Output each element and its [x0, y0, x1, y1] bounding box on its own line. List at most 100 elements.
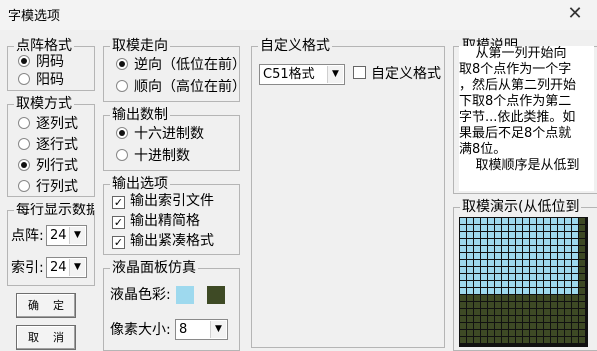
output-option-0[interactable]: ✓ 输出索引文件 — [112, 193, 237, 209]
dot-format-option-0[interactable]: 阴码 — [18, 54, 64, 70]
lcd-pixel — [558, 246, 564, 252]
lcd-pixel — [495, 337, 501, 343]
lcd-pixel — [530, 330, 536, 336]
lcd-pixel — [572, 295, 578, 301]
mode-option-label: 列行式 — [36, 158, 78, 174]
lcd-pixel — [488, 330, 494, 336]
output-option-2[interactable]: ✓ 输出紧凑格式 — [112, 233, 237, 249]
index-per-row-label: 索引: — [11, 260, 44, 276]
lcd-color-light[interactable] — [176, 286, 194, 304]
lcd-pixel — [537, 239, 543, 245]
lcd-pixel — [530, 281, 536, 287]
mode-option-3[interactable]: 行列式 — [18, 179, 78, 195]
lcd-pixel — [481, 288, 487, 294]
lcd-pixel — [537, 316, 543, 322]
output-option-label: 输出紧凑格式 — [130, 233, 214, 249]
lcd-pixel — [516, 218, 522, 224]
lcd-pixel — [467, 288, 473, 294]
output-option-1[interactable]: ✓ 输出精简格 — [112, 213, 237, 229]
lcd-pixel — [530, 260, 536, 266]
lcd-pixel — [558, 267, 564, 273]
lcd-pixel — [474, 330, 480, 336]
lcd-pixel — [572, 281, 578, 287]
lcd-pixel — [509, 316, 515, 322]
lcd-pixel — [558, 253, 564, 259]
pixel-size-select[interactable]: 8 ▼ — [175, 319, 228, 340]
lcd-pixel — [495, 218, 501, 224]
lcd-pixel — [530, 239, 536, 245]
lcd-pixel — [467, 218, 473, 224]
index-per-row-select[interactable]: 24 ▼ — [46, 257, 87, 278]
lcd-pixel — [537, 253, 543, 259]
lcd-pixel — [572, 302, 578, 308]
lcd-pixel — [502, 218, 508, 224]
demo-lcd-preview — [459, 217, 588, 347]
lcd-pixel — [502, 281, 508, 287]
mode-option-label: 行列式 — [36, 179, 78, 195]
lcd-pixel — [488, 239, 494, 245]
dot-format-option-1[interactable]: 阳码 — [18, 72, 64, 88]
custom-format-group: 自定义格式 — [251, 39, 445, 348]
lcd-pixel — [509, 267, 515, 273]
output-base-option-0[interactable]: 十六进制数 — [116, 126, 204, 142]
lcd-pixel — [467, 309, 473, 315]
close-icon[interactable]: ✕ — [566, 5, 584, 23]
lcd-pixel — [579, 302, 585, 308]
custom-format-checkbox[interactable]: 自定义格式 — [353, 66, 441, 82]
lcd-pixel — [558, 232, 564, 238]
lcd-pixel — [495, 239, 501, 245]
description-line: 取模顺序是从低到 — [459, 158, 580, 173]
lcd-pixel — [558, 302, 564, 308]
lcd-pixel — [530, 316, 536, 322]
lcd-pixel — [495, 253, 501, 259]
lcd-pixel — [481, 260, 487, 266]
lcd-pixel — [488, 316, 494, 322]
lcd-pixel — [474, 274, 480, 280]
radio-icon — [18, 55, 30, 67]
lcd-pixel — [544, 337, 550, 343]
lcd-pixel — [502, 288, 508, 294]
lcd-pixel — [516, 323, 522, 329]
lcd-pixel — [551, 239, 557, 245]
format-select[interactable]: C51格式 ▼ — [259, 64, 345, 85]
lcd-pixel — [509, 274, 515, 280]
radio-icon — [116, 127, 128, 139]
mode-option-1[interactable]: 逐行式 — [18, 137, 78, 153]
lcd-pixel — [530, 218, 536, 224]
description-text: 从第一列开始向 取8个点作为一个字 ，然后从第二列开始 下取8个点作为第二 字节...依… — [459, 46, 594, 191]
lcd-pixel — [474, 253, 480, 259]
lcd-pixel — [537, 260, 543, 266]
lcd-pixel — [467, 260, 473, 266]
mode-option-2[interactable]: 列行式 — [18, 158, 78, 174]
ok-button[interactable]: 确 定 — [16, 293, 76, 318]
lcd-pixel — [502, 239, 508, 245]
lcd-pixel — [474, 218, 480, 224]
direction-option-label: 顺向（高位在前） — [134, 79, 238, 95]
lcd-pixel — [502, 274, 508, 280]
lcd-pixel — [460, 274, 466, 280]
lcd-pixel — [509, 337, 515, 343]
lcd-pixel — [509, 295, 515, 301]
lcd-pixel — [537, 225, 543, 231]
lcd-pixel — [495, 302, 501, 308]
lcd-pixel — [481, 302, 487, 308]
checkbox-icon: ✓ — [112, 216, 125, 229]
lcd-pixel — [523, 295, 529, 301]
lcd-pixel — [460, 253, 466, 259]
dot-per-row-select[interactable]: 24 ▼ — [46, 225, 87, 246]
cancel-button[interactable]: 取 消 — [16, 325, 76, 350]
lcd-pixel — [516, 239, 522, 245]
lcd-pixel — [509, 225, 515, 231]
lcd-pixel — [467, 246, 473, 252]
lcd-pixel — [516, 295, 522, 301]
lcd-color-dark[interactable] — [207, 286, 225, 304]
mode-option-0[interactable]: 逐列式 — [18, 116, 78, 132]
output-base-option-1[interactable]: 十进制数 — [116, 148, 190, 164]
lcd-pixel — [551, 316, 557, 322]
lcd-pixel — [495, 316, 501, 322]
lcd-pixel — [572, 323, 578, 329]
direction-option-1[interactable]: 顺向（高位在前） — [116, 79, 238, 95]
direction-option-label: 逆向（低位在前） — [134, 57, 238, 73]
direction-option-0[interactable]: 逆向（低位在前） — [116, 57, 238, 73]
chevron-down-icon: ▼ — [327, 66, 343, 83]
